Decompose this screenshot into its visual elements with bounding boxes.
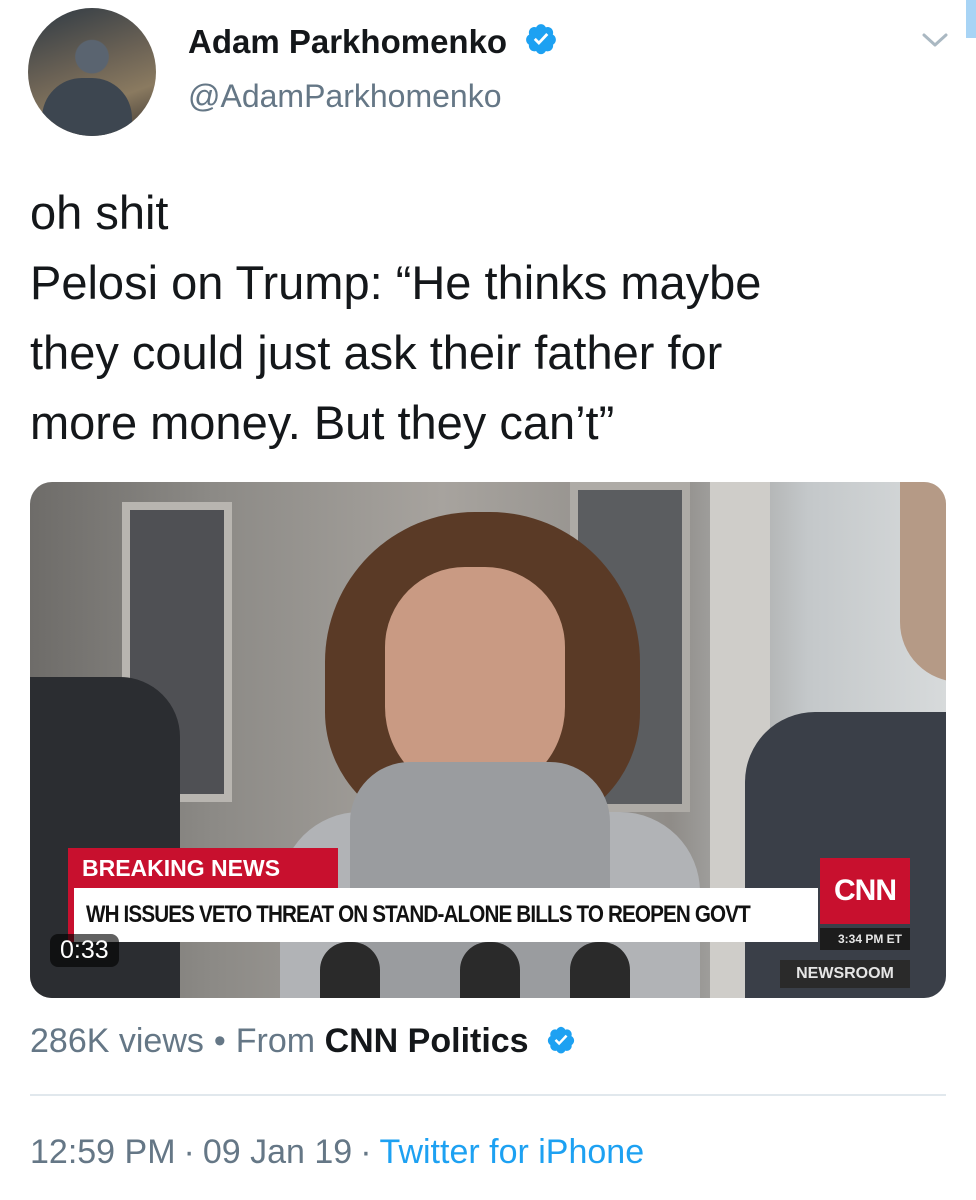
tweet-line: oh shit (30, 186, 169, 239)
tweet-line: they could just ask their father for (30, 326, 723, 379)
view-count: 286K views (30, 1022, 204, 1060)
program-name: NEWSROOM (780, 960, 910, 988)
author-name-row[interactable]: Adam Parkhomenko (188, 22, 558, 61)
tweet-footer: 12:59 PM · 09 Jan 19 · Twitter for iPhone (30, 1133, 644, 1172)
author-handle[interactable]: @AdamParkhomenko (188, 78, 502, 115)
footer-separator: · (360, 1133, 372, 1171)
client-link[interactable]: Twitter for iPhone (380, 1133, 645, 1171)
chyron-clock: 3:34 PM ET (820, 928, 910, 950)
source-account-link[interactable]: CNN Politics (325, 1022, 529, 1060)
from-label: From (235, 1022, 316, 1060)
microphone (570, 942, 630, 998)
tweet-date[interactable]: 09 Jan 19 (203, 1133, 352, 1171)
verified-badge-icon (547, 1026, 575, 1054)
microphone (320, 942, 380, 998)
chyron-headline: WH ISSUES VETO THREAT ON STAND-ALONE BIL… (86, 901, 751, 928)
avatar[interactable] (28, 8, 156, 136)
tweet-line: Pelosi on Trump: “He thinks maybe (30, 256, 762, 309)
tweet-line: more money. But they can’t” (30, 396, 615, 449)
breaking-news-tag: BREAKING NEWS (68, 848, 338, 888)
video-player[interactable]: BREAKING NEWS WH ISSUES VETO THREAT ON S… (30, 482, 946, 998)
tweet-text: oh shit Pelosi on Trump: “He thinks mayb… (30, 178, 950, 458)
chyron-headline-bar: WH ISSUES VETO THREAT ON STAND-ALONE BIL… (68, 888, 818, 942)
author-display-name[interactable]: Adam Parkhomenko (188, 23, 507, 60)
microphone (460, 942, 520, 998)
video-duration-badge: 0:33 (50, 934, 119, 967)
network-logo: CNN (820, 858, 910, 924)
footer-separator: · (183, 1133, 195, 1171)
bystander-right (745, 712, 946, 998)
tweet-time[interactable]: 12:59 PM (30, 1133, 176, 1171)
bystander-head (900, 482, 946, 682)
video-meta: 286K views • From CNN Politics (30, 1022, 576, 1061)
scroll-edge-indicator (966, 0, 976, 38)
divider (30, 1094, 946, 1096)
chevron-down-icon[interactable] (920, 30, 950, 50)
meta-separator: • (213, 1022, 226, 1060)
avatar-figure (42, 78, 132, 136)
verified-badge-icon (526, 24, 557, 55)
